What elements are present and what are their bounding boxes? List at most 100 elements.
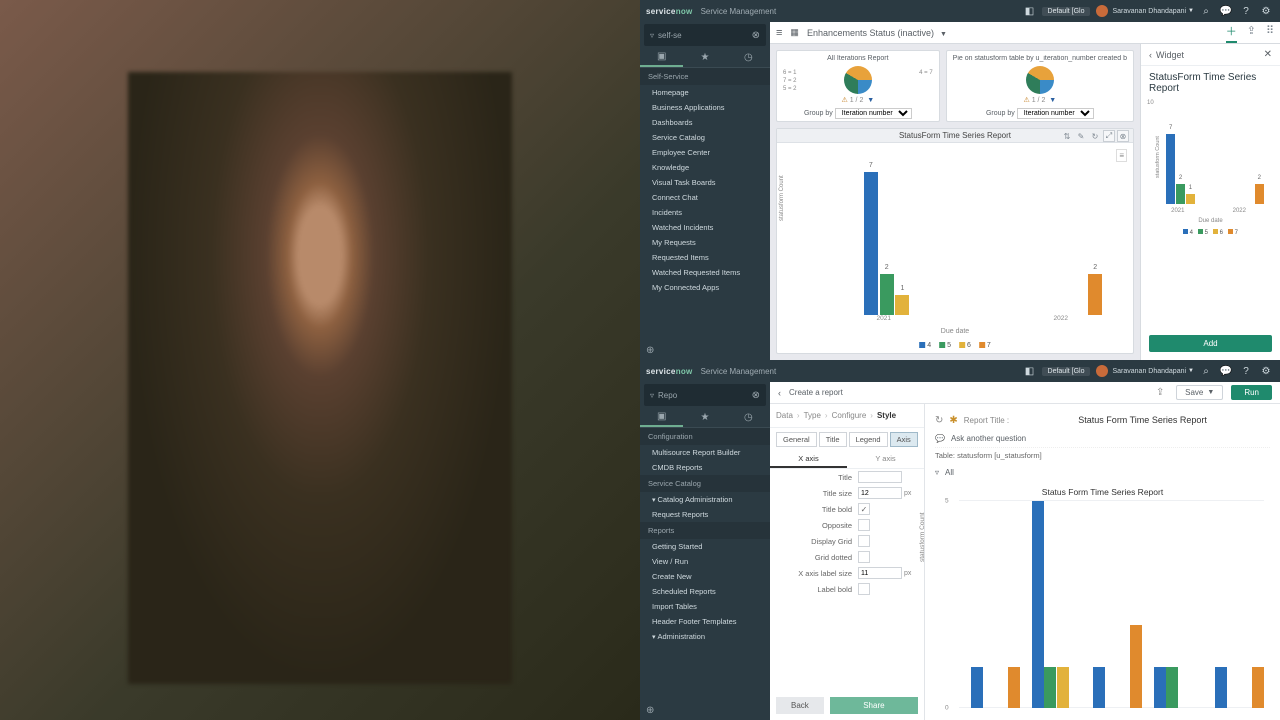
nav-item[interactable]: My Requests [640, 235, 770, 250]
menu-icon[interactable]: ≡ [776, 27, 782, 39]
card-pagination[interactable]: ⚠1 / 2 ▼ [783, 96, 933, 104]
user-name[interactable]: Saravanan Dhandapani [1112, 368, 1186, 375]
gear-icon[interactable]: ⚙ [1258, 3, 1274, 19]
clear-icon[interactable]: ⊗ [752, 390, 760, 401]
export-icon[interactable]: ⇪ [1152, 385, 1168, 401]
update-set-icon[interactable]: ◧ [1022, 363, 1038, 379]
subtab-yaxis[interactable]: Y axis [847, 451, 924, 468]
tab-title[interactable]: Title [819, 432, 847, 447]
nav-collapse-icon[interactable]: ⊕ [646, 345, 654, 356]
back-icon[interactable]: ‹ [778, 388, 781, 398]
user-caret-icon[interactable]: ▼ [1188, 8, 1194, 14]
nav-item[interactable]: Knowledge [640, 160, 770, 175]
nav-item[interactable]: Watched Requested Items [640, 265, 770, 280]
nav-filter[interactable]: ▿ self-se ⊗ [644, 24, 766, 46]
share-button[interactable]: Share [830, 697, 918, 714]
nav-item[interactable]: Multisource Report Builder [640, 445, 770, 460]
nav-item[interactable]: Incidents [640, 205, 770, 220]
help-icon[interactable]: ? [1238, 3, 1254, 19]
refresh-icon[interactable]: ↻ [1089, 130, 1101, 142]
step-type[interactable]: Type [804, 411, 821, 420]
add-button[interactable]: Add [1149, 335, 1272, 352]
nav-item[interactable]: Requested Items [640, 250, 770, 265]
avatar[interactable] [1096, 5, 1108, 17]
config-icon[interactable]: ⠿ [1266, 24, 1274, 41]
nav-item[interactable]: Import Tables [640, 599, 770, 614]
step-style[interactable]: Style [877, 411, 896, 420]
scope-pill[interactable]: Default [Glo [1042, 7, 1091, 16]
ask-icon[interactable]: 💬 [935, 434, 945, 443]
label-bold-checkbox[interactable] [858, 583, 870, 595]
nav-item[interactable]: Administration [640, 629, 770, 644]
breadcrumb[interactable]: Create a report [789, 388, 843, 397]
nav-filter[interactable]: ▿ Repo ⊗ [644, 384, 766, 406]
ask-question-link[interactable]: Ask another question [951, 434, 1026, 443]
run-button[interactable]: Run [1231, 385, 1272, 400]
axis-title-input[interactable] [858, 471, 902, 483]
group-by-select[interactable]: Iteration number [835, 108, 912, 119]
scope-pill[interactable]: Default [Glo [1042, 367, 1091, 376]
widget-card-pie2[interactable]: Pie on statusform table by u_iteration_n… [946, 50, 1134, 122]
star-icon[interactable]: ✱ [949, 415, 957, 426]
nav-item[interactable]: Connect Chat [640, 190, 770, 205]
nav-tab-history[interactable]: ◷ [727, 48, 770, 67]
nav-item[interactable]: Request Reports [640, 507, 770, 522]
share-icon[interactable]: ⇪ [1247, 24, 1256, 41]
nav-item[interactable]: Scheduled Reports [640, 584, 770, 599]
search-icon[interactable]: ⌕ [1198, 3, 1214, 19]
title-size-input[interactable] [858, 487, 902, 499]
nav-item[interactable]: Catalog Administration [640, 492, 770, 507]
nav-item[interactable]: Employee Center [640, 145, 770, 160]
update-set-icon[interactable]: ◧ [1022, 3, 1038, 19]
nav-item[interactable]: Homepage [640, 85, 770, 100]
nav-item[interactable]: Service Catalog [640, 130, 770, 145]
add-icon[interactable]: ＋ [1226, 23, 1237, 43]
tab-legend[interactable]: Legend [849, 432, 888, 447]
nav-item[interactable]: Create New [640, 569, 770, 584]
nav-tab-all[interactable]: ▣ [640, 48, 683, 67]
step-configure[interactable]: Configure [832, 411, 867, 420]
edit-icon[interactable]: ✎ [1075, 130, 1087, 142]
nav-tab-fav[interactable]: ★ [683, 48, 726, 67]
filter-all[interactable]: All [945, 468, 954, 477]
clear-icon[interactable]: ⊗ [752, 30, 760, 41]
tab-axis[interactable]: Axis [890, 432, 918, 447]
nav-tab-history[interactable]: ◷ [727, 408, 770, 427]
title-dropdown-icon[interactable]: ▼ [938, 31, 947, 38]
tiles-icon[interactable]: ▦ [790, 27, 799, 38]
group-by-select[interactable]: Iteration number [1017, 108, 1094, 119]
nav-item[interactable]: View / Run [640, 554, 770, 569]
nav-item[interactable]: Business Applications [640, 100, 770, 115]
nav-tab-fav[interactable]: ★ [683, 408, 726, 427]
nav-item[interactable]: Getting Started [640, 539, 770, 554]
card-pagination[interactable]: ⚠1 / 2 ▼ [953, 96, 1127, 104]
nav-item[interactable]: Visual Task Boards [640, 175, 770, 190]
subtab-xaxis[interactable]: X axis [770, 451, 847, 468]
chat-icon[interactable]: 💬 [1218, 363, 1234, 379]
opposite-checkbox[interactable] [858, 519, 870, 531]
xlabel-size-input[interactable] [858, 567, 902, 579]
user-caret-icon[interactable]: ▼ [1188, 368, 1194, 374]
display-grid-checkbox[interactable] [858, 535, 870, 547]
grid-dotted-checkbox[interactable] [858, 551, 870, 563]
nav-collapse-icon[interactable]: ⊕ [646, 705, 654, 716]
search-icon[interactable]: ⌕ [1198, 363, 1214, 379]
user-name[interactable]: Saravanan Dhandapani [1112, 8, 1186, 15]
chat-icon[interactable]: 💬 [1218, 3, 1234, 19]
nav-item[interactable]: Dashboards [640, 115, 770, 130]
title-bold-checkbox[interactable]: ✓ [858, 503, 870, 515]
nav-tab-all[interactable]: ▣ [640, 408, 683, 427]
nav-item[interactable]: Header Footer Templates [640, 614, 770, 629]
save-button[interactable]: Save▼ [1176, 385, 1223, 400]
close-icon[interactable]: ✕ [1264, 49, 1272, 60]
sort-icon[interactable]: ⇅ [1061, 130, 1073, 142]
step-data[interactable]: Data [776, 411, 793, 420]
nav-item[interactable]: My Connected Apps [640, 280, 770, 295]
back-icon[interactable]: ‹ [1149, 50, 1152, 60]
help-icon[interactable]: ? [1238, 363, 1254, 379]
refresh-icon[interactable]: ↻ [935, 415, 943, 426]
nav-item[interactable]: CMDB Reports [640, 460, 770, 475]
gear-icon[interactable]: ⚙ [1258, 363, 1274, 379]
tab-general[interactable]: General [776, 432, 817, 447]
nav-item[interactable]: Watched Incidents [640, 220, 770, 235]
